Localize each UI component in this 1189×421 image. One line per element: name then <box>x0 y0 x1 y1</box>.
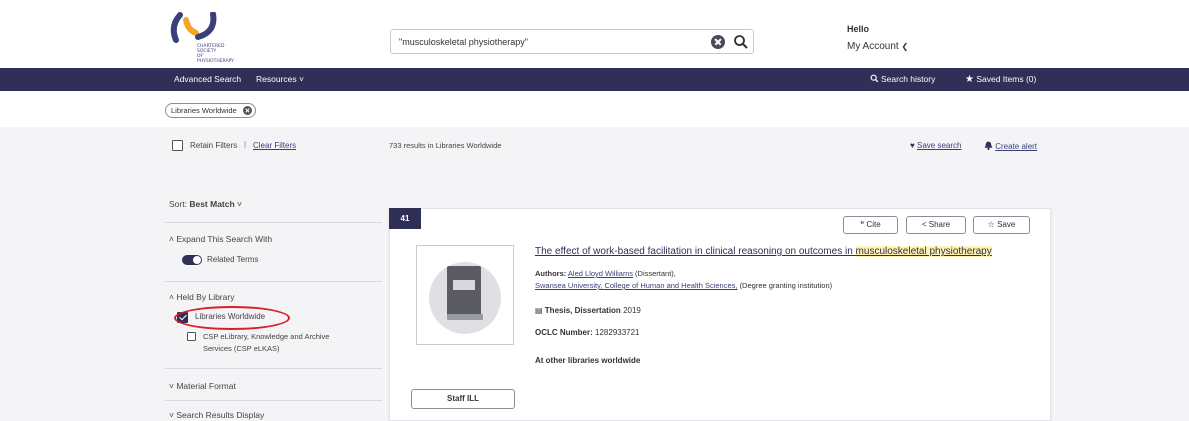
filter-chip[interactable]: Libraries Worldwide <box>165 103 256 118</box>
oclc-number: 1282933721 <box>595 328 640 337</box>
retain-filters-label: Retain Filters <box>190 141 238 150</box>
chevron-down-icon: ❮ <box>901 42 909 51</box>
resources-menu[interactable]: Resources ˅ <box>256 74 304 84</box>
results-toolbar: Retain Filters | Clear Filters 733 resul… <box>0 127 1189 167</box>
applied-filters-row: Libraries Worldwide <box>0 91 1189 127</box>
csp-logo[interactable]: CHARTERED SOCIETY OF PHYSIOTHERAPY <box>168 11 260 64</box>
sort-value: Best Match <box>189 199 235 209</box>
expand-search-section[interactable]: ˄ Expand This Search With <box>169 234 272 244</box>
held-title: Held By Library <box>176 292 235 302</box>
search-box <box>390 29 754 54</box>
sort-label: Sort: <box>169 199 187 209</box>
related-terms-label: Related Terms <box>207 255 259 264</box>
resources-label: Resources <box>256 74 297 84</box>
search-history-link[interactable]: Search history <box>870 74 935 84</box>
csp-elkas-label-line2: Services (CSP eLKAS) <box>203 344 280 353</box>
advanced-search-link[interactable]: Advanced Search <box>174 74 241 84</box>
chevron-up-icon: ˄ <box>169 292 174 302</box>
material-format-section[interactable]: ˅ Material Format <box>169 381 236 391</box>
save-search-link[interactable]: ♥ Save search <box>910 141 961 150</box>
create-alert-label: Create alert <box>995 142 1038 151</box>
close-icon[interactable] <box>242 106 252 115</box>
greeting: Hello <box>847 24 870 34</box>
authors-line: Authors: Aled Lloyd Williams (Dissertant… <box>535 269 676 278</box>
book-thumbnail[interactable] <box>416 245 514 345</box>
institution-link[interactable]: Swansea University, College of Human and… <box>535 281 737 290</box>
clear-filters-link[interactable]: Clear Filters <box>253 141 296 150</box>
format-line: ▤ Thesis, Dissertation 2019 <box>535 306 641 315</box>
save-search-label: Save search <box>916 141 962 150</box>
divider <box>165 400 382 401</box>
top-navbar: Advanced Search Resources ˅ Search histo… <box>0 68 1189 91</box>
share-button[interactable]: < Share <box>906 216 966 234</box>
results-count: 733 results in Libraries Worldwide <box>389 141 502 150</box>
bell-icon <box>984 141 993 150</box>
author-link[interactable]: Aled Lloyd Williams <box>568 269 633 278</box>
star-outline-icon: ☆ <box>987 220 995 229</box>
institution-line: Swansea University, College of Human and… <box>535 281 832 290</box>
results-display-title: Search Results Display <box>176 410 265 420</box>
filter-chip-label: Libraries Worldwide <box>171 106 237 115</box>
held-by-library-section[interactable]: ˄ Held By Library <box>169 292 234 302</box>
format-type: Thesis, Dissertation <box>544 306 621 315</box>
authors-label: Authors: <box>535 269 567 278</box>
share-label: Share <box>928 220 951 229</box>
result-title-highlight: musculoskeletal physiotherapy <box>855 246 992 257</box>
divider <box>165 368 382 369</box>
result-number-badge: 41 <box>389 208 421 229</box>
logo-text: CHARTERED SOCIETY OF PHYSIOTHERAPY <box>197 44 234 64</box>
divider <box>165 222 382 223</box>
expand-title: Expand This Search With <box>176 234 273 244</box>
chevron-down-icon: ˅ <box>299 74 304 84</box>
clear-search-icon[interactable] <box>711 35 725 49</box>
cite-label: Cite <box>866 220 881 229</box>
header: CHARTERED SOCIETY OF PHYSIOTHERAPY Hello… <box>0 0 1189 68</box>
csp-elkas-label-line1: CSP eLibrary, Knowledge and Archive <box>203 332 330 341</box>
search-history-label: Search history <box>881 74 936 84</box>
heart-icon: ♥ <box>910 141 915 150</box>
chevron-down-icon: ˅ <box>237 199 243 209</box>
cite-button[interactable]: “ Cite <box>843 216 898 234</box>
result-title-text: The effect of work-based facilitation in… <box>535 246 856 257</box>
csp-elkas-checkbox[interactable] <box>187 332 196 341</box>
institution-role: (Degree granting institution) <box>739 281 833 290</box>
save-label: Save <box>997 220 1016 229</box>
document-icon: ▤ <box>535 306 543 315</box>
saved-items-link[interactable]: ★ Saved Items (0) <box>965 74 1036 85</box>
search-icon[interactable] <box>733 34 749 50</box>
quote-icon: “ <box>860 220 865 229</box>
annotation-circle <box>174 306 290 330</box>
related-terms-toggle[interactable] <box>182 255 202 265</box>
oclc-label: OCLC Number: <box>535 328 593 337</box>
separator: | <box>244 140 247 149</box>
book-icon <box>429 262 501 334</box>
search-input[interactable] <box>399 34 699 50</box>
staff-ill-button[interactable]: Staff ILL <box>411 389 515 409</box>
search-icon <box>870 74 879 83</box>
share-icon: < <box>921 220 927 229</box>
oclc-line: OCLC Number: 1282933721 <box>535 328 640 337</box>
results-display-section[interactable]: ˅ Search Results Display <box>169 410 264 420</box>
create-alert-link[interactable]: Create alert <box>984 141 1037 151</box>
sort-dropdown[interactable]: Sort: Best Match ˅ <box>169 199 242 209</box>
material-format-title: Material Format <box>176 381 236 391</box>
chevron-down-icon: ˅ <box>169 381 174 391</box>
chevron-down-icon: ˅ <box>169 410 174 420</box>
divider <box>165 281 382 282</box>
author-role: (Dissertant), <box>635 269 676 278</box>
result-title-link[interactable]: The effect of work-based facilitation in… <box>535 246 992 257</box>
availability-text: At other libraries worldwide <box>535 356 641 365</box>
star-icon: ★ <box>965 74 974 85</box>
format-year: 2019 <box>623 306 641 315</box>
save-button[interactable]: ☆ Save <box>973 216 1030 234</box>
my-account-label: My Account <box>847 41 899 52</box>
my-account-menu[interactable]: My Account ❮ <box>847 41 908 52</box>
saved-items-label: Saved Items (0) <box>976 74 1037 84</box>
retain-filters-checkbox[interactable] <box>172 140 183 151</box>
chevron-up-icon: ˄ <box>169 234 174 244</box>
